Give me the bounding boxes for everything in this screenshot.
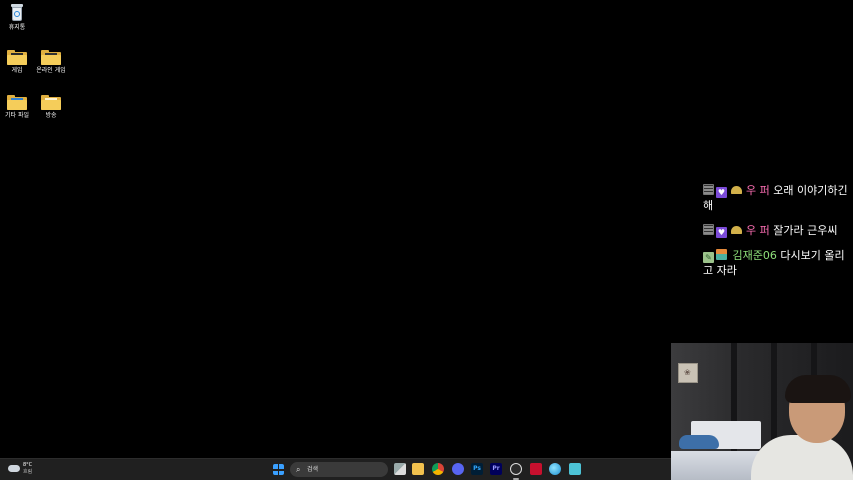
grid-badge-icon bbox=[703, 184, 714, 195]
chat-message: ♥ 우 퍼 잘가라 근우씨 bbox=[703, 223, 851, 238]
grid-badge-icon bbox=[703, 224, 714, 235]
desktop-icon-label: 방송 bbox=[45, 112, 57, 119]
heart-badge-icon: ♥ bbox=[716, 187, 727, 198]
photoshop-icon[interactable]: Ps bbox=[471, 463, 483, 475]
online-games-folder-shortcut[interactable]: 온라인 게임 bbox=[31, 50, 71, 75]
weather-desc: 흐림 bbox=[23, 469, 33, 475]
recycle-bin-icon bbox=[10, 4, 24, 22]
start-windows-icon[interactable] bbox=[273, 464, 285, 475]
wall-frame: ❀ bbox=[678, 363, 698, 383]
chat-nickname: 우 퍼 bbox=[746, 224, 770, 237]
chat-nickname: 우 퍼 bbox=[746, 184, 770, 197]
red-app-icon[interactable] bbox=[530, 463, 542, 475]
recycle-bin-shortcut[interactable]: 휴지통 bbox=[0, 4, 37, 32]
obs-icon[interactable] bbox=[510, 463, 522, 475]
character-badge-icon bbox=[716, 249, 727, 260]
heart-badge-icon: ♥ bbox=[716, 227, 727, 238]
folder-icon bbox=[41, 50, 61, 65]
folder-icon bbox=[7, 95, 27, 110]
chat-nickname: 김재준06 bbox=[732, 249, 777, 262]
search-icon: ⌕ bbox=[296, 465, 301, 474]
search-placeholder: 검색 bbox=[307, 466, 319, 473]
chat-overlay: ♥ 우 퍼 오래 이야기하긴해 ♥ 우 퍼 잘가라 근우씨 ✎ 김재준06 다시보기… bbox=[703, 183, 851, 288]
file-explorer-icon[interactable] bbox=[412, 463, 424, 475]
notepad-icon[interactable] bbox=[569, 463, 581, 475]
chat-message: ♥ 우 퍼 오래 이야기하긴해 bbox=[703, 183, 851, 213]
webcam-overlay: ❀ bbox=[671, 343, 853, 480]
folder-icon bbox=[41, 95, 61, 110]
desktop-icon-label: 온라인 게임 bbox=[36, 67, 66, 74]
weather-temp: 8°C bbox=[23, 462, 33, 468]
premiere-icon[interactable]: Pr bbox=[490, 463, 502, 475]
chat-message: ✎ 김재준06 다시보기 올리고 자라 bbox=[703, 248, 851, 278]
hat-badge-icon bbox=[731, 186, 742, 194]
task-view-icon[interactable] bbox=[394, 463, 406, 475]
leaf-badge-icon: ✎ bbox=[703, 252, 714, 263]
broadcast-folder-shortcut[interactable]: 방송 bbox=[31, 95, 71, 120]
taskbar: 8°C 흐림 ⌕ 검색 Ps Pr bbox=[0, 458, 671, 480]
desktop-icon-label: 휴지통 bbox=[8, 24, 26, 31]
chat-text: 잘가라 근우씨 bbox=[773, 224, 838, 237]
hat-badge-icon bbox=[731, 226, 742, 234]
search-box[interactable]: ⌕ 검색 bbox=[290, 462, 388, 477]
discord-icon[interactable] bbox=[452, 463, 464, 475]
globe-icon[interactable] bbox=[549, 463, 561, 475]
chrome-icon[interactable] bbox=[432, 463, 444, 475]
cloud-icon bbox=[8, 465, 20, 472]
folder-icon bbox=[7, 50, 27, 65]
